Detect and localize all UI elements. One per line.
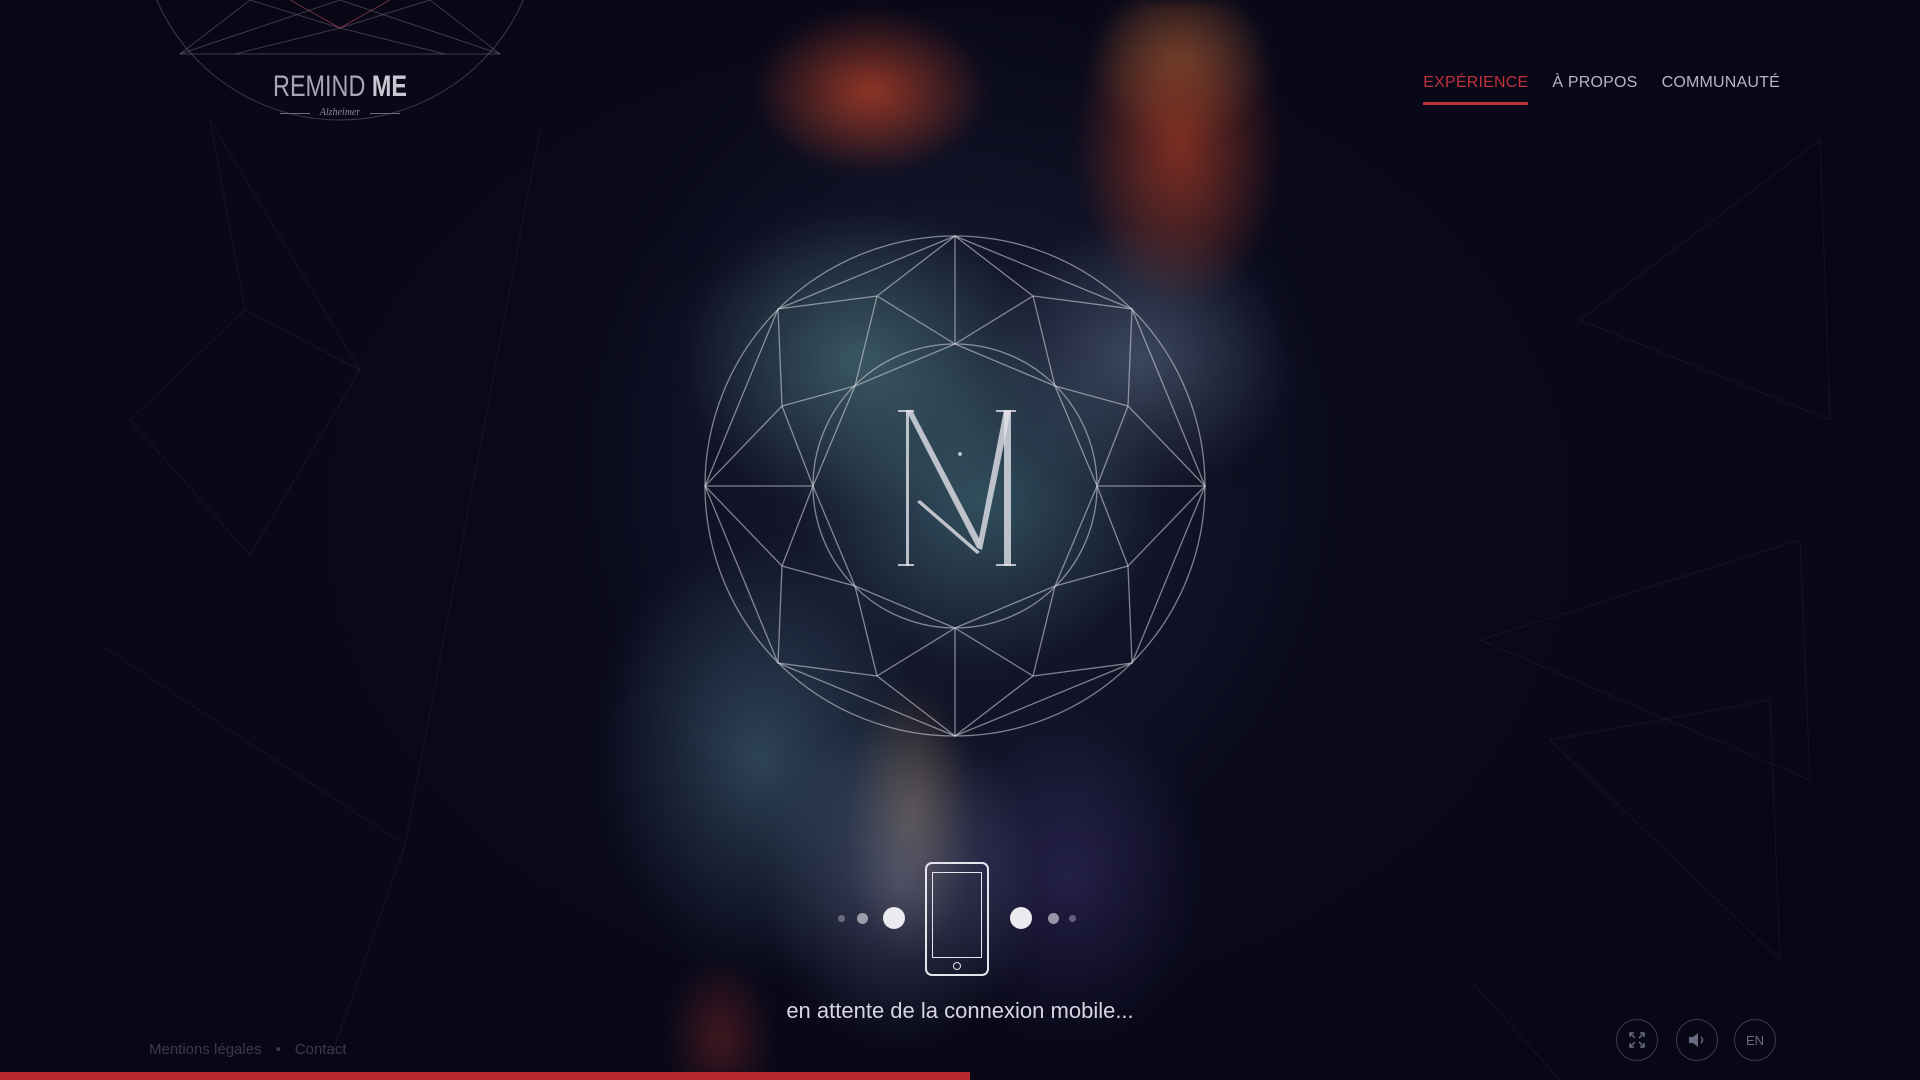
progress-dot — [883, 907, 905, 929]
footer-separator: • — [275, 1041, 281, 1058]
fullscreen-icon — [1629, 1032, 1645, 1048]
language-button[interactable]: EN — [1734, 1019, 1776, 1061]
contact-link[interactable]: Contact — [295, 1041, 347, 1058]
loading-progress-bar — [0, 1072, 970, 1080]
progress-dot — [1048, 913, 1059, 924]
sound-button[interactable] — [1676, 1019, 1718, 1061]
progress-dot — [1010, 907, 1032, 929]
progress-dot — [838, 915, 845, 922]
footer-links: Mentions légales • Contact — [149, 1041, 347, 1058]
legal-link[interactable]: Mentions légales — [149, 1041, 262, 1058]
speaker-icon — [1689, 1033, 1704, 1047]
progress-dot — [1069, 915, 1076, 922]
fullscreen-button[interactable] — [1616, 1019, 1658, 1061]
progress-dot — [857, 913, 868, 924]
smartphone-icon — [925, 862, 989, 976]
